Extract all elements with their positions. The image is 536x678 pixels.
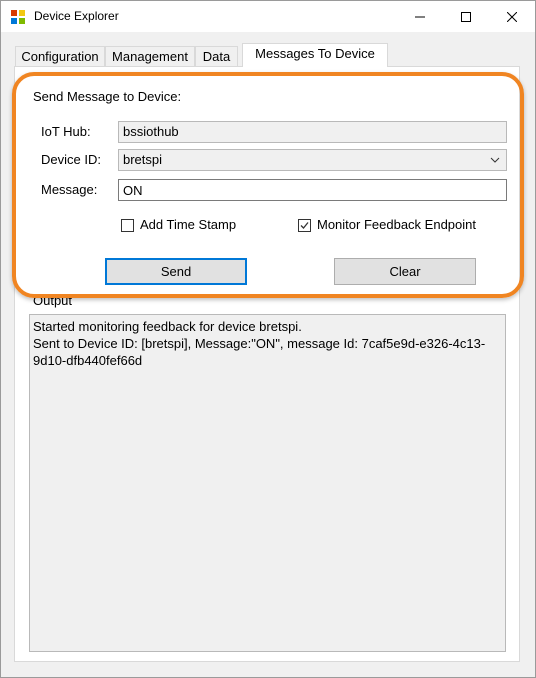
monitor-feedback-label[interactable]: Monitor Feedback Endpoint [317,217,476,232]
tab-label: Configuration [21,49,99,64]
checkmark-icon [300,222,309,229]
tab-messages-to-device[interactable]: Messages To Device [242,43,388,67]
title-bar[interactable]: Device Explorer [1,1,535,32]
send-button[interactable]: Send [105,258,247,285]
minimize-icon [415,16,425,17]
clear-button[interactable]: Clear [334,258,476,285]
output-line: Sent to Device ID: [bretspi], Message:"O… [33,336,486,351]
send-message-group-title: Send Message to Device: [33,89,182,104]
minimize-button[interactable] [397,1,443,32]
output-line: 9d10-dfb440fef66d [33,353,143,368]
output-textbox[interactable]: Started monitoring feedback for device b… [29,314,506,652]
window-title: Device Explorer [34,9,119,23]
close-icon [507,11,517,22]
app-icon [11,10,25,24]
close-button[interactable] [489,1,535,32]
tab-label: Management [112,49,188,64]
tab-label: Data [202,49,231,64]
device-id-selected-value: bretspi [123,152,163,167]
maximize-button[interactable] [443,1,489,32]
device-id-label: Device ID: [41,152,101,167]
iot-hub-field: bssiothub [118,121,507,143]
tab-data[interactable]: Data [195,46,238,67]
monitor-feedback-checkbox[interactable] [298,219,311,232]
tab-label: Messages To Device [255,46,375,61]
output-label: Output [33,293,73,308]
message-input[interactable] [118,179,507,201]
tab-management[interactable]: Management [105,46,195,67]
iot-hub-label: IoT Hub: [41,124,91,139]
add-timestamp-checkbox[interactable] [121,219,134,232]
maximize-icon [461,11,471,22]
tab-configuration[interactable]: Configuration [15,46,105,67]
message-label: Message: [41,182,98,197]
output-line: Started monitoring feedback for device b… [33,319,302,334]
chevron-down-icon [490,157,500,163]
device-id-dropdown[interactable]: bretspi [118,149,507,171]
add-timestamp-label[interactable]: Add Time Stamp [140,217,236,232]
